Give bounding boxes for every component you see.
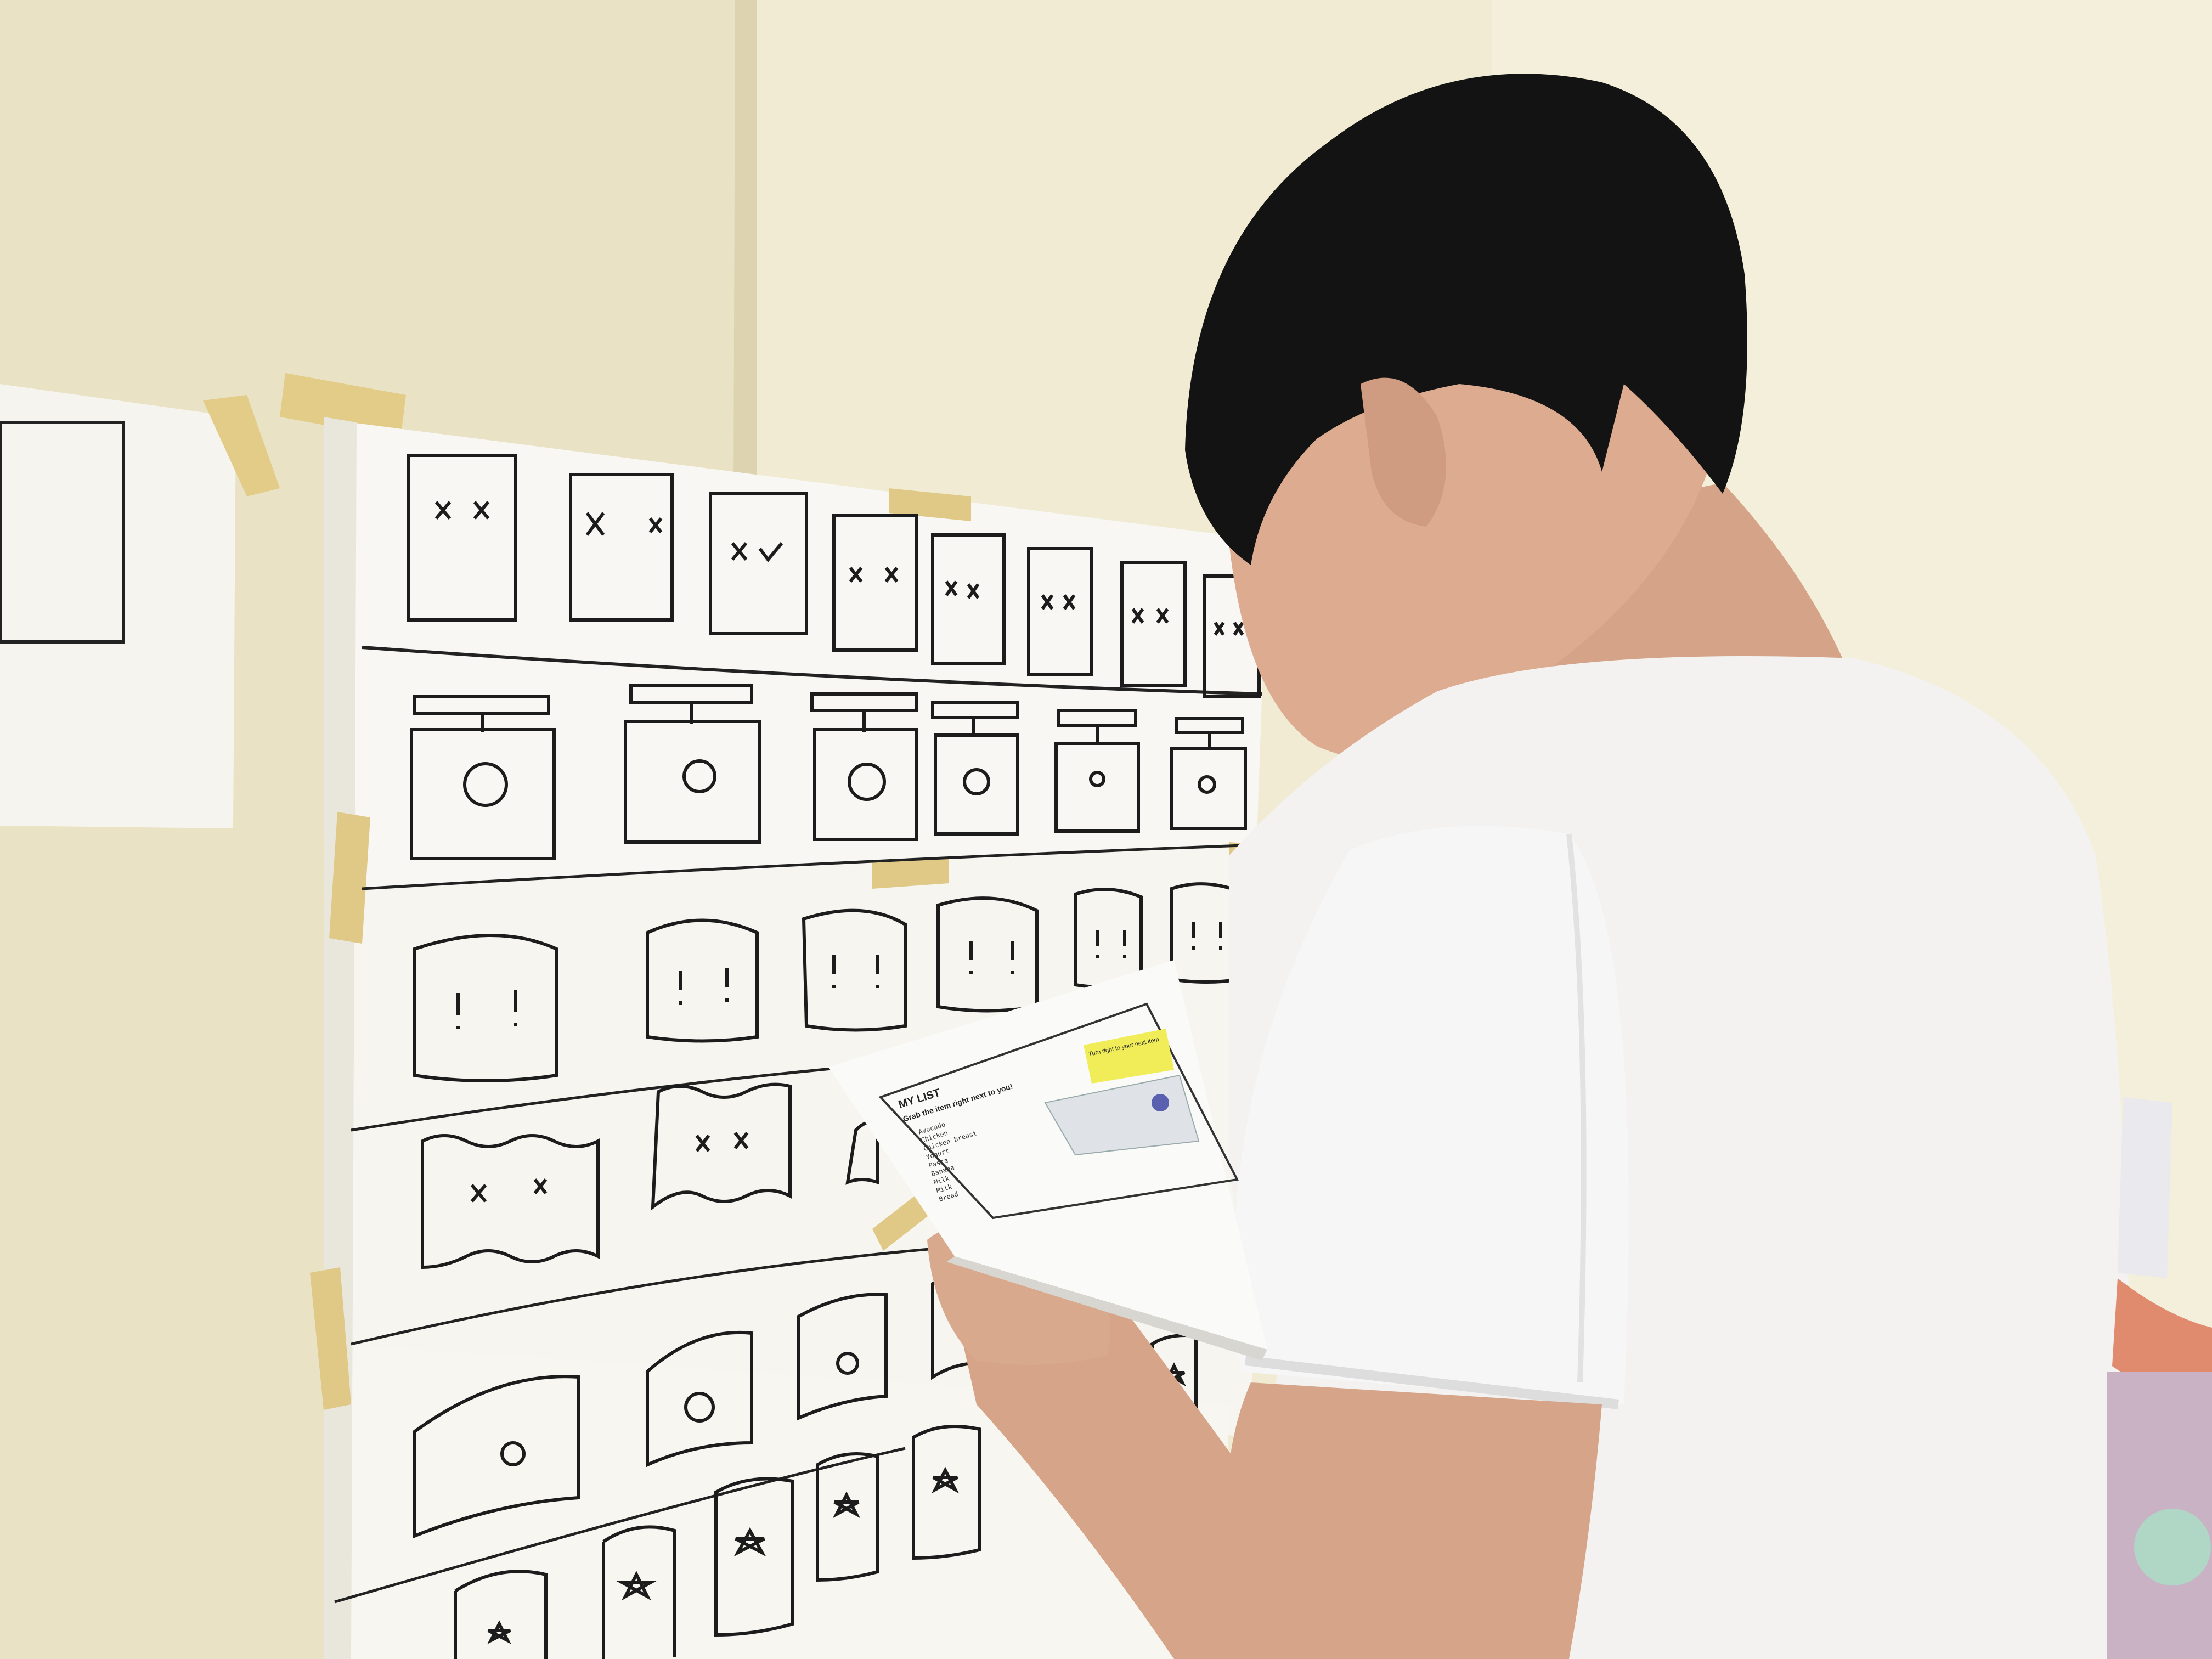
play-icon: [1152, 1094, 1169, 1111]
arm: [1226, 1383, 1602, 1659]
photo-scene: MY LIST Grab the item right next to you!…: [0, 0, 2212, 1659]
